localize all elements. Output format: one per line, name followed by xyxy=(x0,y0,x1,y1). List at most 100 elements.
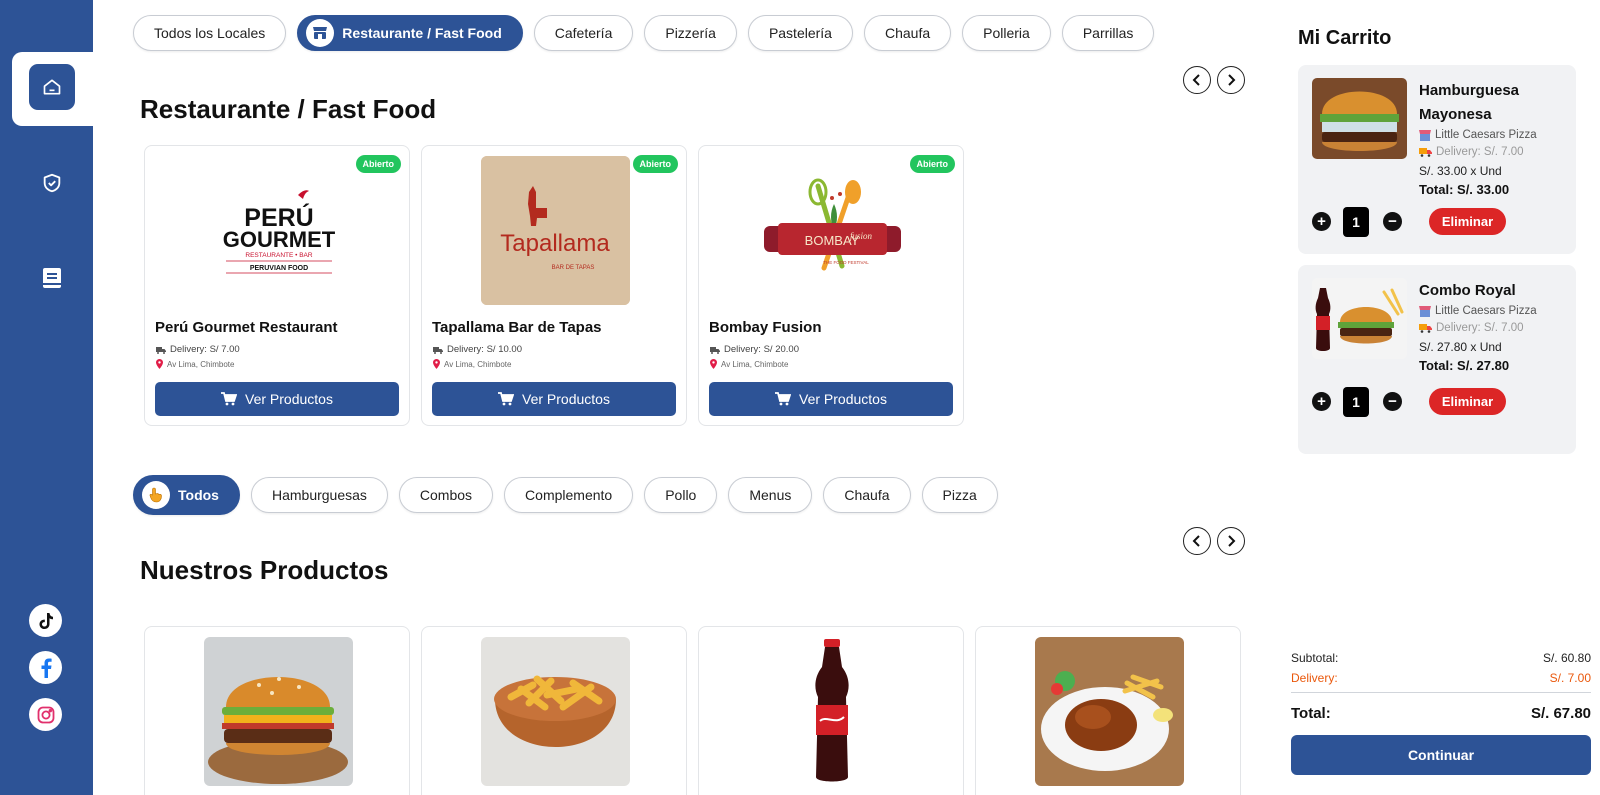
tiktok-link[interactable] xyxy=(29,604,62,637)
qty-increase-button[interactable]: + xyxy=(1312,392,1331,411)
product-prev-button[interactable] xyxy=(1183,527,1211,555)
app-root: Todos los Locales Restaurante / Fast Foo… xyxy=(0,0,1600,795)
store-prev-button[interactable] xyxy=(1183,66,1211,94)
total-value: S/. 67.80 xyxy=(1530,704,1591,722)
delivery-truck-icon xyxy=(1419,148,1432,157)
cart-icon xyxy=(221,392,238,406)
security-nav-button[interactable] xyxy=(40,171,64,195)
location-pin-icon xyxy=(156,359,163,369)
product-card[interactable] xyxy=(698,626,964,795)
product-filter-complemento[interactable]: Complemento xyxy=(504,477,634,513)
store-address: Av Lima, Chimbote xyxy=(156,359,234,369)
delivery-row: Delivery: S/. 7.00 xyxy=(1291,668,1591,688)
sidebar xyxy=(0,0,93,795)
view-products-button[interactable]: Ver Productos xyxy=(155,382,399,416)
store-filter-chaufa[interactable]: Chaufa xyxy=(863,15,952,51)
summary-divider xyxy=(1291,692,1591,693)
tiktok-icon xyxy=(39,612,53,629)
status-badge: Abierto xyxy=(909,155,955,173)
cart-item-store: Little Caesars Pizza xyxy=(1419,129,1537,141)
store-next-button[interactable] xyxy=(1217,66,1245,94)
catalog-nav-button[interactable] xyxy=(40,266,64,290)
cart-item-delivery-text: Delivery: S/. 7.00 xyxy=(1436,146,1524,158)
cart-item-total: Total: S/. 33.00 xyxy=(1419,182,1510,197)
svg-text:PERUVIAN FOOD: PERUVIAN FOOD xyxy=(249,265,307,272)
product-image-chicken xyxy=(1035,637,1184,786)
remove-item-button[interactable]: Eliminar xyxy=(1429,208,1506,235)
store-filter-pizzeria[interactable]: Pizzería xyxy=(644,15,737,51)
store-address: Av Lima, Chimbote xyxy=(710,359,788,369)
product-card[interactable] xyxy=(144,626,410,795)
store-delivery-text: Delivery: S/ 20.00 xyxy=(724,344,799,355)
product-card[interactable] xyxy=(975,626,1241,795)
cart-item-unit-price: S/. 33.00 x Und xyxy=(1419,164,1502,178)
store-filter-bar: Todos los Locales Restaurante / Fast Foo… xyxy=(133,15,1155,51)
store-delivery-text: Delivery: S/ 10.00 xyxy=(447,344,522,355)
store-delivery: Delivery: S/ 10.00 xyxy=(433,344,522,355)
chevron-left-icon xyxy=(1192,535,1200,547)
hand-icon xyxy=(142,481,170,509)
home-icon xyxy=(43,79,61,95)
total-row: Total: S/. 67.80 xyxy=(1291,699,1591,727)
cart-item-store-text: Little Caesars Pizza xyxy=(1435,129,1537,141)
product-filter-todos-label: Todos xyxy=(178,487,219,503)
product-filter-pollo[interactable]: Pollo xyxy=(644,477,718,513)
cart-item-name: Combo Royal xyxy=(1419,282,1516,299)
truck-icon xyxy=(156,346,166,354)
instagram-link[interactable] xyxy=(29,698,62,731)
qty-decrease-button[interactable]: − xyxy=(1383,392,1402,411)
store-filter-cafeteria[interactable]: Cafetería xyxy=(533,15,634,51)
sidebar-active-tab xyxy=(12,52,93,126)
store-address-text: Av Lima, Chimbote xyxy=(444,359,512,369)
book-icon xyxy=(43,268,61,288)
product-filter-chaufa[interactable]: Chaufa xyxy=(823,477,911,513)
products-section-title: Nuestros Productos xyxy=(140,555,389,585)
product-card[interactable] xyxy=(421,626,687,795)
store-card: Abierto Tapallama BAR DE TAPAS Tapallama… xyxy=(421,145,687,426)
product-carousel-arrows xyxy=(1183,527,1245,555)
product-image-soda xyxy=(758,637,907,786)
qty-increase-button[interactable]: + xyxy=(1312,212,1331,231)
product-filter-hamburguesas[interactable]: Hamburguesas xyxy=(250,477,388,513)
store-filter-parrillas[interactable]: Parrillas xyxy=(1061,15,1155,51)
remove-item-button[interactable]: Eliminar xyxy=(1429,388,1506,415)
store-list: Abierto PERÚ GOURMET RESTAURANTE • BAR P… xyxy=(144,145,964,426)
status-badge: Abierto xyxy=(632,155,678,173)
cart-item-image xyxy=(1312,78,1407,159)
truck-icon xyxy=(710,346,720,354)
store-filter-restaurante[interactable]: Restaurante / Fast Food xyxy=(297,15,523,51)
product-image-fries xyxy=(481,637,630,786)
facebook-icon xyxy=(41,658,52,678)
shield-check-icon xyxy=(43,173,61,193)
chevron-right-icon xyxy=(1228,74,1236,86)
svg-text:RESTAURANTE • BAR: RESTAURANTE • BAR xyxy=(245,252,312,259)
store-icon xyxy=(1419,129,1431,141)
product-filter-menus[interactable]: Menus xyxy=(728,477,813,513)
qty-value: 1 xyxy=(1343,387,1369,417)
store-filter-todos[interactable]: Todos los Locales xyxy=(133,15,287,51)
product-image-burger xyxy=(204,637,353,786)
cart-title: Mi Carrito xyxy=(1298,27,1392,49)
cart-item-store: Little Caesars Pizza xyxy=(1419,305,1537,317)
store-filter-restaurante-label: Restaurante / Fast Food xyxy=(342,25,502,41)
continue-button[interactable]: Continuar xyxy=(1291,735,1591,775)
qty-decrease-button[interactable]: − xyxy=(1383,212,1402,231)
product-filter-combos[interactable]: Combos xyxy=(398,477,494,513)
status-badge: Abierto xyxy=(355,155,401,173)
product-filter-pizza[interactable]: Pizza xyxy=(921,477,998,513)
store-filter-polleria[interactable]: Polleria xyxy=(962,15,1051,51)
svg-text:fusion: fusion xyxy=(850,231,873,241)
view-products-button[interactable]: Ver Productos xyxy=(432,382,676,416)
product-next-button[interactable] xyxy=(1217,527,1245,555)
product-filter-todos[interactable]: Todos xyxy=(133,475,240,515)
total-label: Total: xyxy=(1291,704,1331,722)
view-products-button[interactable]: Ver Productos xyxy=(709,382,953,416)
store-name: Perú Gourmet Restaurant xyxy=(155,319,338,336)
product-list xyxy=(144,626,1241,795)
facebook-link[interactable] xyxy=(29,651,62,684)
home-button[interactable] xyxy=(29,64,75,110)
svg-text:BAR DE TAPAS: BAR DE TAPAS xyxy=(552,265,595,271)
instagram-icon xyxy=(37,706,54,723)
cart-item: Combo Royal Little Caesars Pizza Deliver… xyxy=(1298,265,1576,454)
store-filter-pasteleria[interactable]: Pastelería xyxy=(747,15,853,51)
